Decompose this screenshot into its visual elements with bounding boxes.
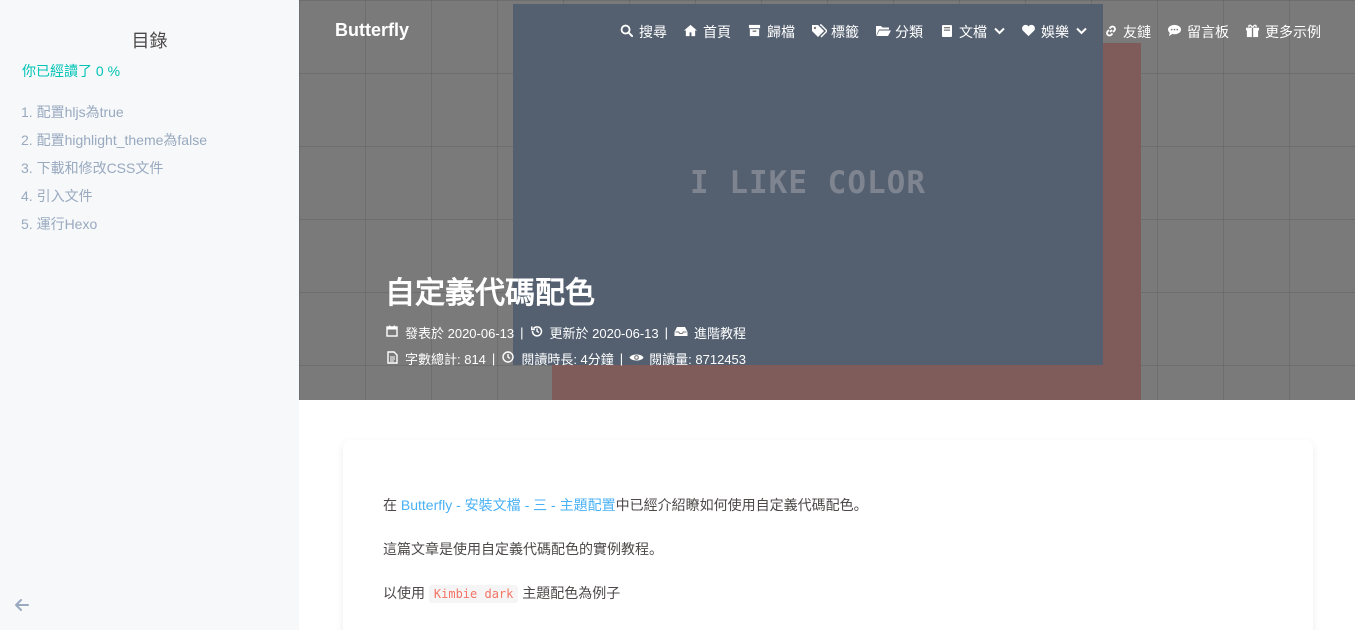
gift-icon (1245, 24, 1260, 41)
arrow-left-icon[interactable] (13, 596, 33, 616)
book-icon (939, 24, 954, 41)
nav-search[interactable]: 搜尋 (619, 22, 667, 42)
nav-more-examples[interactable]: 更多示例 (1245, 22, 1321, 42)
tags-icon (811, 23, 828, 41)
post-meta-stats: 字數總計: 814 | 閱讀時長: 4分鐘 | 閱讀量: 8712453 (385, 349, 746, 368)
toc-list: 1. 配置hljs為true 2. 配置highlight_theme為fals… (21, 98, 207, 238)
nav-entertainment[interactable]: 娛樂 (1021, 22, 1087, 42)
post-content-card: 在 Butterfly - 安裝文檔 - 三 - 主題配置中已經介紹瞭如何使用自… (343, 440, 1313, 630)
clock-icon (501, 351, 515, 366)
history-icon (530, 325, 544, 340)
heart-icon (1021, 24, 1036, 40)
post-title: 自定義代碼配色 (385, 277, 595, 310)
cover-text: I LIKE COLOR (690, 165, 926, 201)
post-category-link[interactable]: 進階教程 (694, 323, 746, 342)
eye-icon (629, 352, 644, 366)
nav-docs[interactable]: 文檔 (939, 22, 1005, 42)
main-nav: 搜尋 首頁 歸檔 標籤 分類 文檔 娛樂 友鏈 留言板 更多示例 (619, 22, 1321, 42)
nav-archive[interactable]: 歸檔 (747, 22, 795, 42)
content-paragraph: 以使用 Kimbie dark 主題配色為例子 (383, 583, 620, 603)
search-icon (619, 24, 634, 40)
toc-sidebar: 目錄 你已經讀了 0 % 1. 配置hljs為true 2. 配置highlig… (0, 0, 299, 630)
folder-icon (875, 24, 891, 40)
link-icon (1103, 24, 1118, 41)
toc-item[interactable]: 2. 配置highlight_theme為false (21, 126, 207, 154)
archive-icon (747, 24, 762, 40)
comment-icon (1167, 24, 1182, 40)
nav-label: 留言板 (1187, 24, 1229, 40)
toc-item[interactable]: 3. 下載和修改CSS文件 (21, 154, 207, 182)
meta-separator: | (491, 351, 496, 366)
content-paragraph: 在 Butterfly - 安裝文檔 - 三 - 主題配置中已經介紹瞭如何使用自… (383, 495, 868, 515)
site-brand[interactable]: Butterfly (335, 20, 409, 41)
toc-item[interactable]: 1. 配置hljs為true (21, 98, 207, 126)
meta-separator: | (520, 325, 524, 340)
post-reading-time: 閱讀時長: 4分鐘 (521, 352, 614, 367)
nav-label: 分類 (895, 24, 923, 40)
post-wordcount: 字數總計: 814 (405, 352, 486, 367)
post-updated-date: 更新於 2020-06-13 (549, 326, 659, 341)
nav-tags[interactable]: 標籤 (811, 22, 859, 42)
nav-label: 歸檔 (767, 24, 795, 40)
nav-label: 更多示例 (1265, 24, 1321, 40)
nav-friends[interactable]: 友鏈 (1103, 22, 1151, 42)
calendar-icon (385, 325, 399, 340)
toc-item[interactable]: 5. 運行Hexo (21, 210, 207, 238)
file-word-icon (385, 350, 399, 367)
docs-link[interactable]: Butterfly - 安裝文檔 - 三 - 主題配置 (401, 497, 616, 513)
nav-label: 友鏈 (1123, 24, 1151, 40)
inbox-icon (674, 326, 688, 340)
chevron-down-icon (1076, 26, 1087, 38)
text: 以使用 (383, 585, 425, 601)
text: 主題配色為例子 (522, 585, 621, 601)
post-views: 閱讀量: 8712453 (649, 352, 747, 367)
post-published-date: 發表於 2020-06-13 (405, 326, 515, 341)
chevron-down-icon (994, 26, 1005, 38)
meta-separator: | (664, 325, 669, 340)
nav-label: 標籤 (831, 24, 859, 40)
reading-progress: 你已經讀了 0 % (22, 63, 121, 79)
toc-item[interactable]: 4. 引入文件 (21, 182, 207, 210)
nav-label: 搜尋 (639, 24, 667, 40)
nav-label: 娛樂 (1041, 24, 1069, 40)
inline-code: Kimbie dark (428, 585, 519, 603)
nav-guestbook[interactable]: 留言板 (1167, 22, 1229, 42)
toc-title: 目錄 (131, 31, 168, 51)
nav-label: 首頁 (703, 24, 731, 40)
text: 在 (383, 497, 397, 513)
home-icon (683, 24, 698, 40)
text: 中已經介紹瞭如何使用自定義代碼配色。 (615, 497, 868, 513)
content-paragraph: 這篇文章是使用自定義代碼配色的實例教程。 (383, 541, 663, 557)
nav-home[interactable]: 首頁 (683, 22, 731, 42)
nav-label: 文檔 (959, 24, 987, 40)
post-header: I LIKE COLOR Butterfly 搜尋 首頁 歸檔 標籤 分類 文檔… (299, 0, 1355, 400)
post-meta-dates: 發表於 2020-06-13 | 更新於 2020-06-13 | 進階教程 (385, 323, 746, 342)
meta-separator: | (619, 351, 624, 366)
nav-categories[interactable]: 分類 (875, 22, 923, 42)
